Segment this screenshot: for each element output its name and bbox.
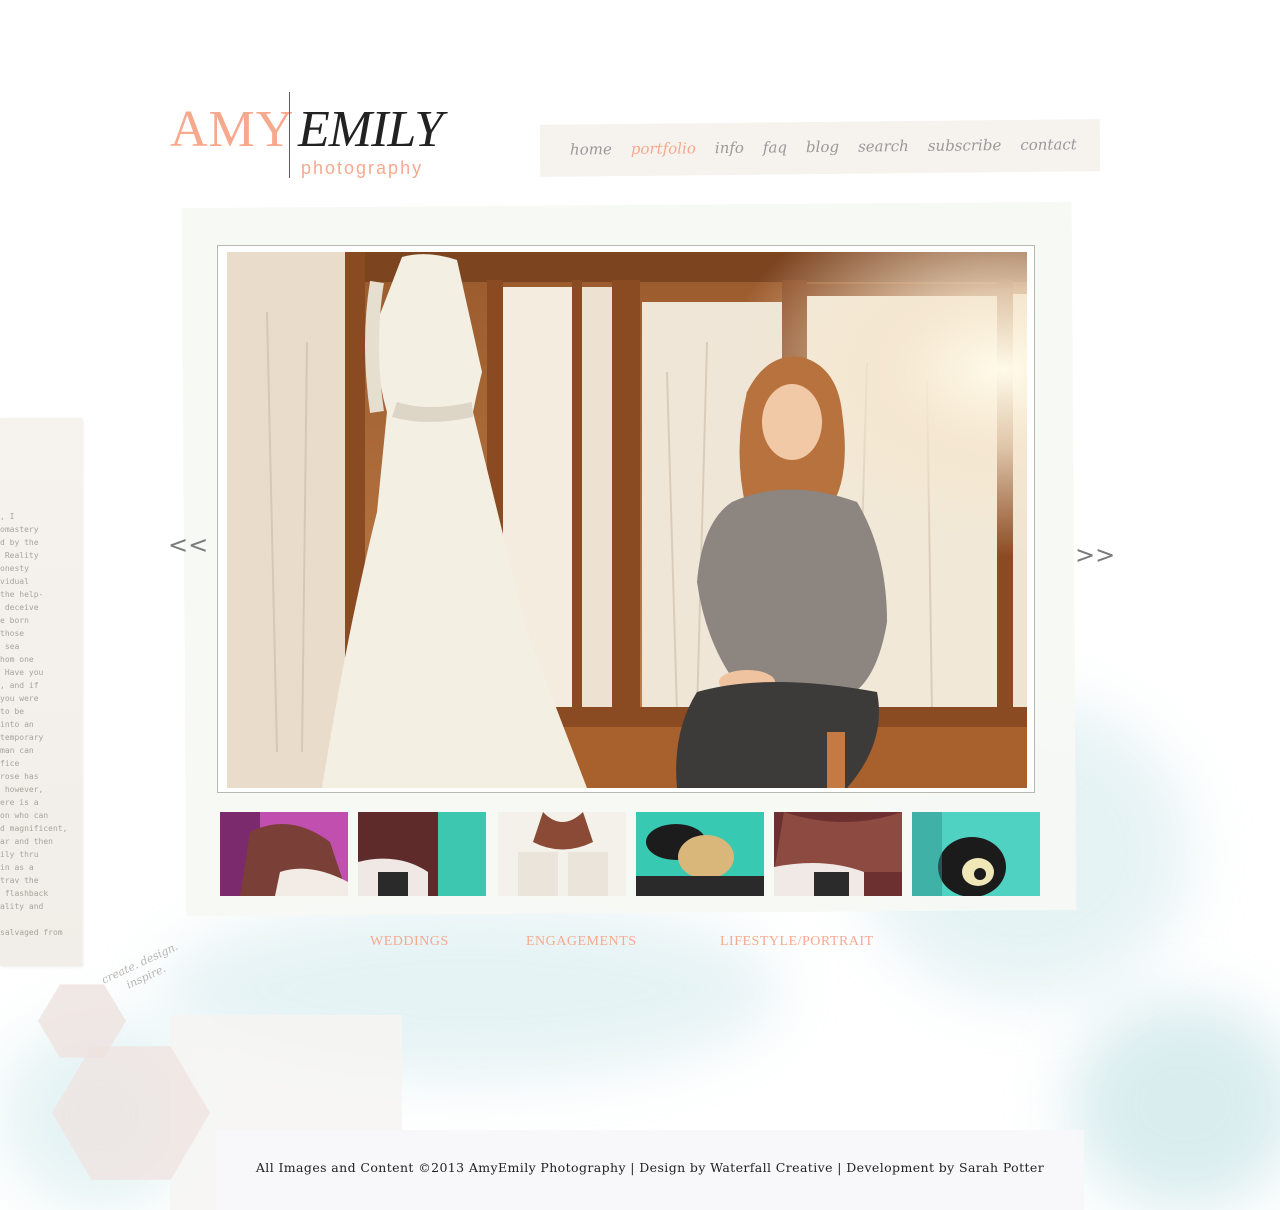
category-link-weddings[interactable]: WEDDINGS	[370, 934, 449, 950]
decorative-typewriter-text: , I omastery d by the Reality onesty vid…	[0, 512, 68, 937]
thumbnail-strip	[220, 812, 1040, 896]
thumbnail[interactable]	[358, 812, 486, 896]
nav-item-faq[interactable]: faq	[763, 136, 787, 158]
main-nav: home portfolio info faq blog search subs…	[539, 119, 1101, 177]
logo-divider	[289, 92, 290, 178]
nav-item-home[interactable]: home	[570, 138, 612, 160]
thumbnail[interactable]	[774, 812, 902, 896]
nav-item-info[interactable]: info	[715, 137, 744, 159]
logo-last-name: EMILY	[298, 101, 443, 158]
site-logo[interactable]: AMY EMILY photography	[170, 92, 460, 182]
nav-item-contact[interactable]: contact	[1020, 133, 1077, 156]
nav-item-search[interactable]: search	[858, 135, 909, 158]
main-photo-frame	[217, 245, 1035, 793]
thumbnail[interactable]	[498, 812, 626, 896]
category-link-engagements[interactable]: ENGAGEMENTS	[526, 934, 637, 950]
footer-credits: All Images and Content ©2013 AmyEmily Ph…	[255, 1160, 1045, 1175]
thumbnail[interactable]	[220, 812, 348, 896]
logo-subtitle: photography	[301, 158, 424, 178]
nav-item-subscribe[interactable]: subscribe	[928, 134, 1002, 157]
next-slide-button[interactable]: >>	[1075, 543, 1115, 567]
thumbnail[interactable]	[912, 812, 1040, 896]
main-photo	[227, 252, 1027, 788]
nav-item-blog[interactable]: blog	[806, 136, 839, 158]
previous-slide-button[interactable]: <<	[168, 533, 208, 557]
logo-first-name: AMY	[170, 101, 295, 158]
category-link-lifestyle-portrait[interactable]: LIFESTYLE/PORTRAIT	[720, 934, 874, 950]
nav-item-portfolio[interactable]: portfolio	[631, 137, 696, 160]
thumbnail[interactable]	[636, 812, 764, 896]
site-footer: All Images and Content ©2013 AmyEmily Ph…	[216, 1130, 1084, 1210]
watercolor-wash	[1070, 1000, 1280, 1210]
